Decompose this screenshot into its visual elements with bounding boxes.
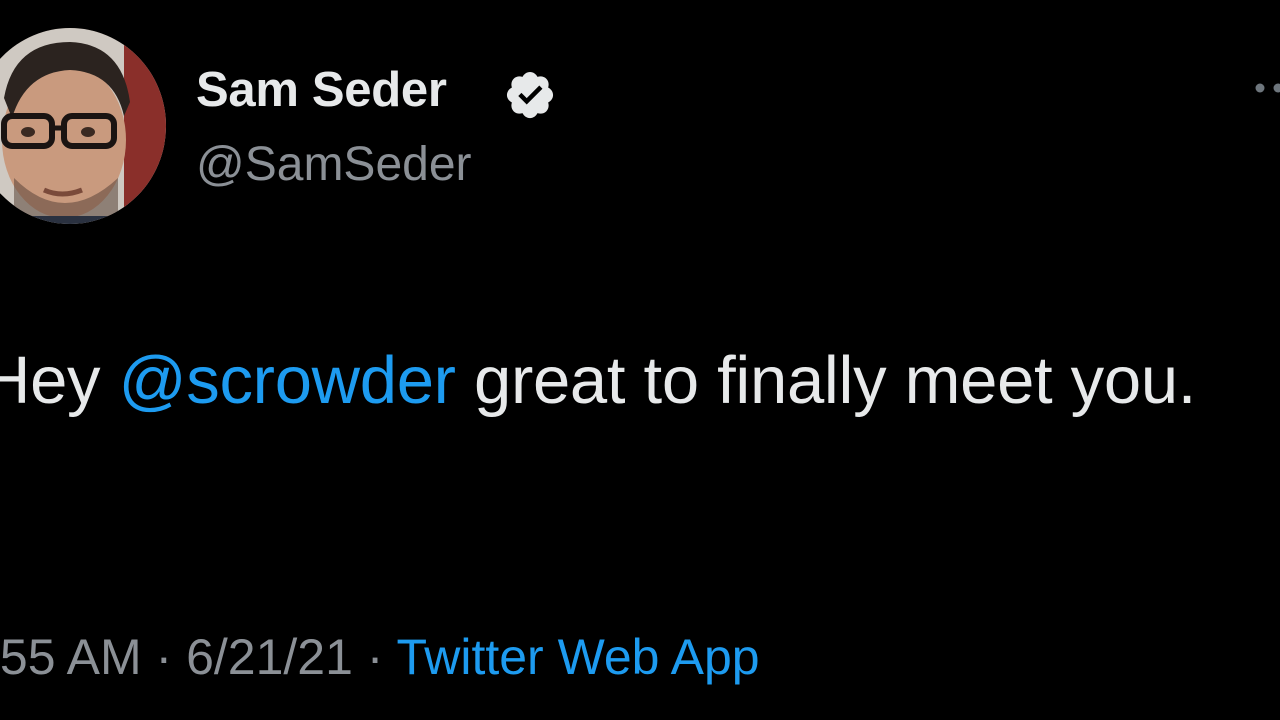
author-display-name[interactable]: Sam Seder: [196, 62, 447, 118]
tweet-text-prefix: Hey: [0, 343, 101, 418]
mention-link[interactable]: @scrowder: [119, 343, 456, 418]
more-options-icon[interactable]: [1252, 80, 1280, 96]
avatar[interactable]: [0, 28, 166, 224]
tweet-source-link[interactable]: Twitter Web App: [396, 629, 759, 685]
tweet-text-suffix: great to finally meet you.: [455, 343, 1197, 418]
tweet-meta: :55 AM · 6/21/21 · Twitter Web App: [0, 628, 760, 686]
meta-separator: ·: [352, 629, 397, 685]
meta-separator: ·: [141, 629, 187, 685]
tweet-text: Hey @scrowder great to finally meet you.: [0, 318, 1272, 444]
author-handle[interactable]: @SamSeder: [196, 137, 472, 192]
tweet-time[interactable]: :55 AM: [0, 629, 142, 685]
tweet-view: Sam Seder @SamSeder Hey @scrowder great …: [0, 0, 1280, 720]
verified-badge-icon: [506, 71, 554, 119]
tweet-date[interactable]: 6/21/21: [186, 629, 353, 685]
